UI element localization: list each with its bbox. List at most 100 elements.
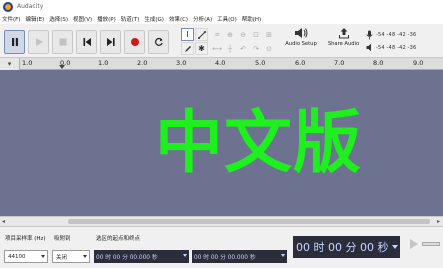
ruler-tick-label: 9.0 bbox=[413, 59, 424, 67]
menu-edit[interactable]: 编辑(E) bbox=[25, 15, 44, 23]
snap-to-select[interactable]: 关闭 bbox=[52, 250, 90, 263]
speed-slider-track[interactable] bbox=[422, 242, 440, 246]
transport-controls bbox=[4, 30, 169, 54]
playback-meter[interactable]: -54 -48 -42 -36 bbox=[366, 41, 443, 54]
play-button[interactable] bbox=[28, 30, 49, 54]
snap-to-value: 关闭 bbox=[56, 254, 68, 261]
undo-icon[interactable]: ↶ bbox=[237, 42, 249, 55]
audio-setup-label: Audio Setup bbox=[285, 41, 317, 47]
zoom-in-icon[interactable]: ⊕ bbox=[224, 28, 236, 41]
record-icon bbox=[130, 38, 139, 46]
menu-view[interactable]: 视图(V) bbox=[73, 15, 92, 23]
menu-select[interactable]: 选择(S) bbox=[49, 15, 68, 23]
fit-project-icon[interactable]: ⊞ bbox=[263, 28, 275, 41]
skip-end-icon bbox=[106, 38, 115, 46]
selection-end-value: 00 时 00 分 00.000 秒 bbox=[194, 255, 256, 261]
play-icon bbox=[35, 38, 43, 46]
menu-help[interactable]: 帮助(H) bbox=[242, 15, 261, 23]
share-audio-button[interactable]: Share Audio bbox=[325, 27, 362, 56]
audio-position-value: 00 时 00 分 00 秒 bbox=[296, 241, 389, 254]
horizontal-scrollbar[interactable]: ◂ ▸ bbox=[0, 216, 443, 226]
microphone-icon bbox=[366, 30, 373, 39]
selection-tool-icon[interactable]: I bbox=[181, 28, 194, 41]
loop-button[interactable] bbox=[148, 30, 169, 54]
menu-effect[interactable]: 效果(C) bbox=[169, 15, 188, 23]
selection-start-value: 00 时 00 分 00.000 秒 bbox=[96, 255, 158, 261]
chevron-down-icon bbox=[183, 254, 187, 257]
scroll-right-icon[interactable]: ▸ bbox=[437, 218, 440, 225]
project-rate-label: 项目采样率 (Hz) bbox=[5, 236, 46, 242]
ruler-tick-label: 5.0 bbox=[255, 59, 266, 67]
menu-tracks[interactable]: 轨道(T) bbox=[121, 15, 140, 23]
project-rate-value: 44100 bbox=[8, 253, 26, 260]
timeline-ruler[interactable]: ▾ 1.0 0.0 1.0 2.0 3.0 4.0 5.0 6.0 7.0 8.… bbox=[0, 58, 443, 70]
ruler-tick-label: 6.0 bbox=[295, 59, 306, 67]
ruler-tick-label: 3.0 bbox=[176, 59, 187, 67]
record-meter[interactable]: -54 -48 -42 -36 bbox=[366, 28, 443, 41]
selection-toolbar: 项目采样率 (Hz) 吸附到 选区的起点和终点 44100 关闭 00 时 00… bbox=[0, 226, 443, 268]
tools-panel: I ✱ bbox=[181, 28, 209, 56]
menu-file[interactable]: 文件(F) bbox=[2, 15, 20, 23]
skip-to-end-button[interactable] bbox=[100, 30, 121, 54]
skip-to-start-button[interactable] bbox=[76, 30, 97, 54]
play-at-speed-icon[interactable] bbox=[408, 238, 420, 250]
share-audio-label: Share Audio bbox=[327, 41, 360, 47]
trim-icon[interactable]: ⟷ bbox=[211, 42, 223, 55]
play-at-speed-panel bbox=[404, 232, 443, 262]
skip-start-icon bbox=[83, 38, 91, 46]
menu-analyze[interactable]: 分析(A) bbox=[193, 15, 212, 23]
selection-end-time[interactable]: 00 时 00 分 00.000 秒 bbox=[192, 250, 287, 263]
audio-setup-button[interactable]: Audio Setup bbox=[282, 27, 320, 56]
window-title: Audacity bbox=[17, 3, 44, 10]
multi-tool-icon[interactable]: ✱ bbox=[195, 42, 208, 55]
speaker-meter-icon bbox=[366, 43, 371, 52]
record-meter-scale: -54 -48 -42 -36 bbox=[376, 31, 417, 38]
loop-icon bbox=[154, 37, 163, 46]
ruler-tick-label: 8.0 bbox=[373, 59, 384, 67]
timeline-options-icon[interactable]: ▾ bbox=[0, 58, 20, 70]
share-upload-icon bbox=[338, 28, 349, 39]
record-button[interactable] bbox=[124, 30, 145, 54]
chevron-down-icon bbox=[41, 255, 45, 258]
toolbar: I ✱ ♒ ⊕ ⊖ ⊡ ⊞ ⟷ ┼ ↶ ↷ ⊙ Audio Setup Shar… bbox=[0, 24, 443, 58]
ruler-tick-label: 2.0 bbox=[137, 59, 148, 67]
zoom-toggle-icon[interactable]: ⊙ bbox=[263, 42, 275, 55]
audacity-logo-icon bbox=[3, 1, 13, 12]
ruler-tick-label: 1.0 bbox=[98, 59, 109, 67]
chevron-down-icon bbox=[281, 254, 285, 257]
playhead-marker[interactable] bbox=[59, 65, 65, 69]
fit-selection-icon[interactable]: ⊡ bbox=[250, 28, 262, 41]
selection-range-label: 选区的起点和终点 bbox=[96, 236, 141, 242]
chevron-down-icon bbox=[83, 255, 87, 258]
audio-position-display[interactable]: 00 时 00 分 00 秒 bbox=[293, 236, 400, 258]
stop-icon bbox=[59, 38, 66, 46]
track-area[interactable]: 中文版 bbox=[0, 70, 443, 216]
zoom-out-icon[interactable]: ⊖ bbox=[237, 28, 249, 41]
meter-toolbar: -54 -48 -42 -36 -54 -48 -42 -36 bbox=[366, 28, 443, 56]
menu-transport[interactable]: 播放(P) bbox=[97, 15, 116, 23]
audio-clip-icon[interactable]: ♒ bbox=[211, 28, 223, 41]
menu-bar: 文件(F) 编辑(E) 选择(S) 视图(V) 播放(P) 轨道(T) 生成(G… bbox=[0, 13, 443, 24]
ruler-tick-label: 1.0 bbox=[22, 59, 33, 67]
title-bar: Audacity bbox=[0, 0, 443, 13]
menu-tools[interactable]: 工具(O) bbox=[217, 15, 237, 23]
pause-button[interactable] bbox=[4, 30, 25, 54]
silence-icon[interactable]: ┼ bbox=[224, 42, 236, 55]
snap-to-label: 吸附到 bbox=[54, 236, 71, 242]
edit-toolbar: ♒ ⊕ ⊖ ⊡ ⊞ ⟷ ┼ ↶ ↷ ⊙ bbox=[211, 28, 279, 56]
draw-tool-icon[interactable] bbox=[181, 42, 194, 55]
selection-start-time[interactable]: 00 时 00 分 00.000 秒 bbox=[94, 250, 189, 263]
menu-generate[interactable]: 生成(G) bbox=[144, 15, 164, 23]
envelope-tool-icon[interactable] bbox=[195, 28, 208, 41]
playback-meter-scale: -54 -48 -42 -36 bbox=[376, 44, 417, 51]
overlay-caption: 中文版 bbox=[155, 104, 363, 183]
project-rate-select[interactable]: 44100 bbox=[4, 250, 48, 263]
chevron-down-icon bbox=[392, 245, 398, 249]
stop-button[interactable] bbox=[52, 30, 73, 54]
scroll-left-icon[interactable]: ◂ bbox=[2, 218, 5, 225]
speaker-icon bbox=[295, 28, 308, 38]
ruler-tick-label: 7.0 bbox=[334, 59, 345, 67]
redo-icon[interactable]: ↷ bbox=[250, 42, 262, 55]
ruler-tick-label: 4.0 bbox=[215, 59, 226, 67]
scrollbar-thumb[interactable] bbox=[68, 219, 430, 224]
